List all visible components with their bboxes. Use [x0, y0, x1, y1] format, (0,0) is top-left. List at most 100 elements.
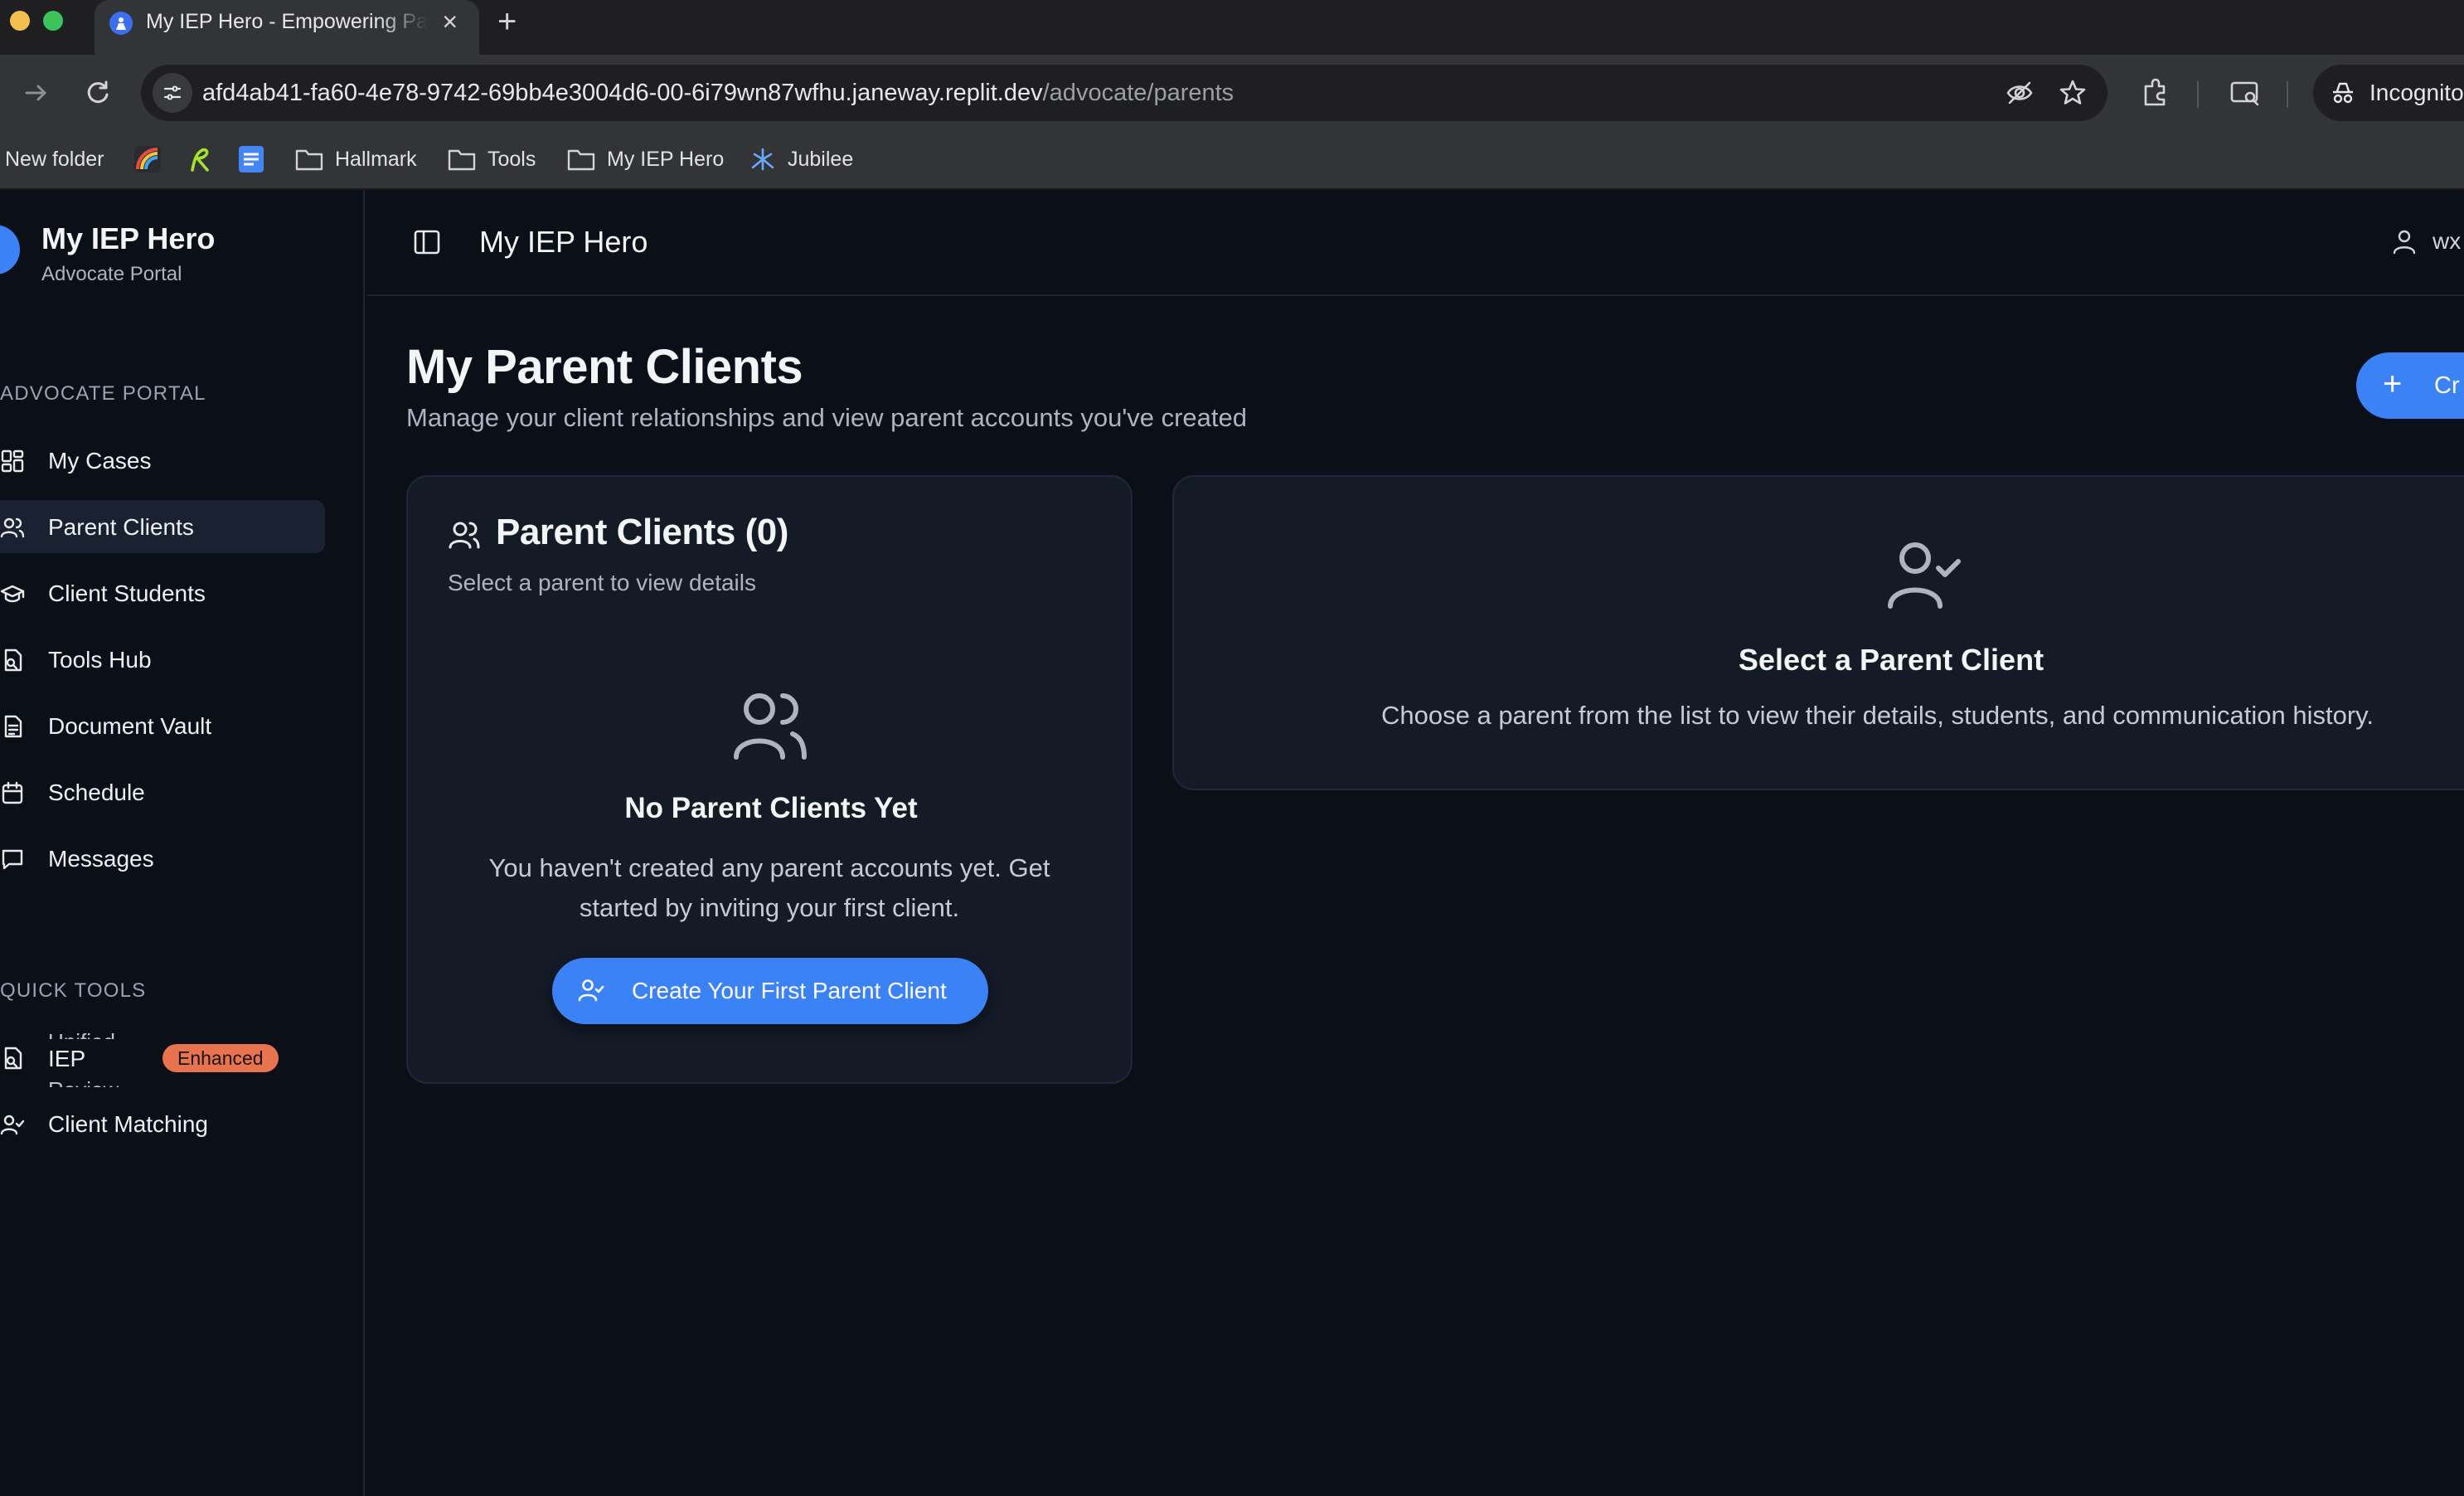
toolbar-divider [2197, 81, 2199, 108]
tab-title: My IEP Hero - Empowering Pa [146, 10, 428, 33]
window-zoom-button[interactable] [43, 11, 63, 31]
sidebar-item-label: Parent Clients [48, 514, 194, 540]
bookmark-docs-icon[interactable] [237, 143, 277, 176]
header-title: My IEP Hero [479, 225, 648, 259]
sidebar-item-tools-hub[interactable]: Tools Hub [0, 633, 325, 686]
page-subtitle: Manage your client relationships and vie… [406, 403, 1248, 432]
folder-icon [448, 149, 476, 171]
brand-logo-icon [0, 225, 20, 274]
sidebar-item-parent-clients[interactable]: Parent Clients [0, 500, 325, 553]
folder-icon [567, 149, 595, 171]
sidebar-section-advocate-portal: ADVOCATE PORTAL [0, 382, 206, 405]
user-name[interactable]: wx [2432, 228, 2461, 255]
sidebar-item-document-vault[interactable]: Document Vault [0, 699, 325, 752]
sidebar: My IEP Hero Advocate Portal ADVOCATE POR… [0, 190, 365, 1496]
sidebar-item-label: Document Vault [48, 713, 212, 739]
empty-state-title: No Parent Clients Yet [624, 792, 918, 824]
select-parent-description: Choose a parent from the list to view th… [1381, 701, 2374, 730]
browser-tab-strip: My IEP Hero - Empowering Pa × + [0, 0, 2464, 55]
bookmark-label: Jubilee [788, 147, 854, 171]
user-check-large-icon [1884, 533, 1963, 613]
incognito-profile-button[interactable]: Incognito [2313, 65, 2464, 121]
calendar-icon [2, 781, 23, 804]
sidebar-item-label: Client Matching [48, 1111, 208, 1137]
bookmark-label: Hallmark [335, 147, 417, 171]
forward-arrow-icon[interactable] [17, 73, 56, 113]
user-check-icon [578, 979, 604, 1002]
bookmark-label: Tools [487, 147, 536, 171]
create-parent-button[interactable]: + Cr [2356, 352, 2464, 419]
bookmark-jubilee[interactable]: Jubilee [749, 143, 853, 176]
parent-clients-card: Parent Clients (0) Select a parent to vi… [406, 475, 1133, 1084]
tab-close-icon[interactable]: × [442, 7, 458, 36]
sidebar-section-quick-tools: QUICK TOOLS [0, 979, 147, 1002]
graduation-cap-icon [0, 585, 25, 603]
plus-icon: + [2383, 366, 2403, 402]
tool-label-overflow-top: Unified [48, 1029, 115, 1039]
user-icon[interactable] [2391, 228, 2418, 255]
folder-icon [295, 149, 323, 171]
parent-clients-title: Parent Clients (0) [496, 512, 788, 552]
extensions-icon[interactable] [2137, 75, 2174, 111]
bookmark-rainbow-icon[interactable] [133, 143, 174, 176]
window-minimize-button[interactable] [10, 11, 30, 31]
bookmark-my-iep-hero[interactable]: My IEP Hero [567, 143, 724, 176]
address-bar[interactable]: afd4ab41-fa60-4e78-9742-69bb4e3004d6-00-… [141, 65, 2107, 121]
bookmark-new-folder[interactable]: New folder [5, 143, 104, 176]
browser-tab[interactable]: My IEP Hero - Empowering Pa × [95, 0, 479, 55]
select-parent-title: Select a Parent Client [1738, 643, 2044, 677]
brand-title: My IEP Hero [41, 221, 216, 255]
tools-document-icon [4, 648, 22, 672]
file-text-icon [4, 715, 22, 738]
sidebar-item-schedule[interactable]: Schedule [0, 765, 325, 818]
app-favicon-icon [109, 12, 133, 35]
empty-state-description: You haven't created any parent accounts … [488, 853, 1050, 922]
sidebar-item-messages[interactable]: Messages [0, 832, 325, 885]
reload-icon[interactable] [78, 73, 118, 113]
sidebar-item-my-cases[interactable]: My Cases [0, 434, 325, 487]
tool-label-overflow-bottom: Review [48, 1077, 119, 1087]
users-empty-icon [730, 684, 809, 764]
bookmark-r-icon[interactable] [186, 143, 226, 176]
bookmark-hallmark[interactable]: Hallmark [295, 143, 417, 176]
sidebar-item-label: My Cases [48, 448, 152, 474]
sidebar-item-label: Messages [48, 846, 154, 872]
tools-document-icon [4, 1047, 22, 1070]
bookmark-star-icon[interactable] [2058, 78, 2088, 108]
parent-clients-subtitle: Select a parent to view details [448, 570, 756, 595]
jubilee-icon [751, 148, 774, 171]
url-text[interactable]: afd4ab41-fa60-4e78-9742-69bb4e3004d6-00-… [202, 80, 1234, 107]
users-icon [448, 518, 481, 551]
users-icon [0, 517, 25, 538]
button-label: Create Your First Parent Client [632, 978, 947, 1003]
user-check-icon [0, 1115, 25, 1135]
sidebar-toggle-icon[interactable] [413, 228, 441, 256]
brand-subtitle: Advocate Portal [41, 263, 182, 285]
page-title: My Parent Clients [406, 340, 803, 394]
bookmarks-bar: New folder Hallmark Tools My IEP Hero Ju… [0, 131, 2464, 189]
enhanced-badge: Enhanced [162, 1044, 279, 1072]
site-settings-icon[interactable] [153, 73, 192, 113]
app-header: My IEP Hero wx [366, 190, 2464, 296]
incognito-icon [2333, 82, 2353, 104]
tab-search-icon[interactable] [2227, 75, 2263, 111]
tool-label: IEP [48, 1046, 86, 1071]
app-root: My IEP Hero Advocate Portal ADVOCATE POR… [0, 190, 2464, 1496]
sidebar-item-client-students[interactable]: Client Students [0, 566, 325, 619]
sidebar-tool-client-matching[interactable]: Client Matching [0, 1097, 325, 1150]
dashboard-icon [1, 449, 24, 473]
eye-off-icon[interactable] [2005, 78, 2035, 108]
new-tab-button[interactable]: + [497, 3, 517, 40]
sidebar-item-label: Schedule [48, 780, 145, 805]
bookmark-label: New folder [5, 147, 104, 171]
message-square-icon [2, 849, 23, 870]
parent-details-card: Select a Parent Client Choose a parent f… [1172, 475, 2464, 790]
browser-toolbar: afd4ab41-fa60-4e78-9742-69bb4e3004d6-00-… [0, 55, 2464, 131]
sidebar-item-label: Tools Hub [48, 647, 152, 673]
sidebar-item-label: Client Students [48, 580, 206, 606]
create-first-parent-client-button[interactable]: Create Your First Parent Client [552, 958, 988, 1024]
bookmark-tools[interactable]: Tools [448, 143, 536, 176]
bookmark-label: My IEP Hero [607, 147, 725, 171]
sidebar-tool-iep-review[interactable]: Unified IEP Review Enhanced [0, 1029, 325, 1087]
toolbar-divider [2287, 81, 2288, 108]
